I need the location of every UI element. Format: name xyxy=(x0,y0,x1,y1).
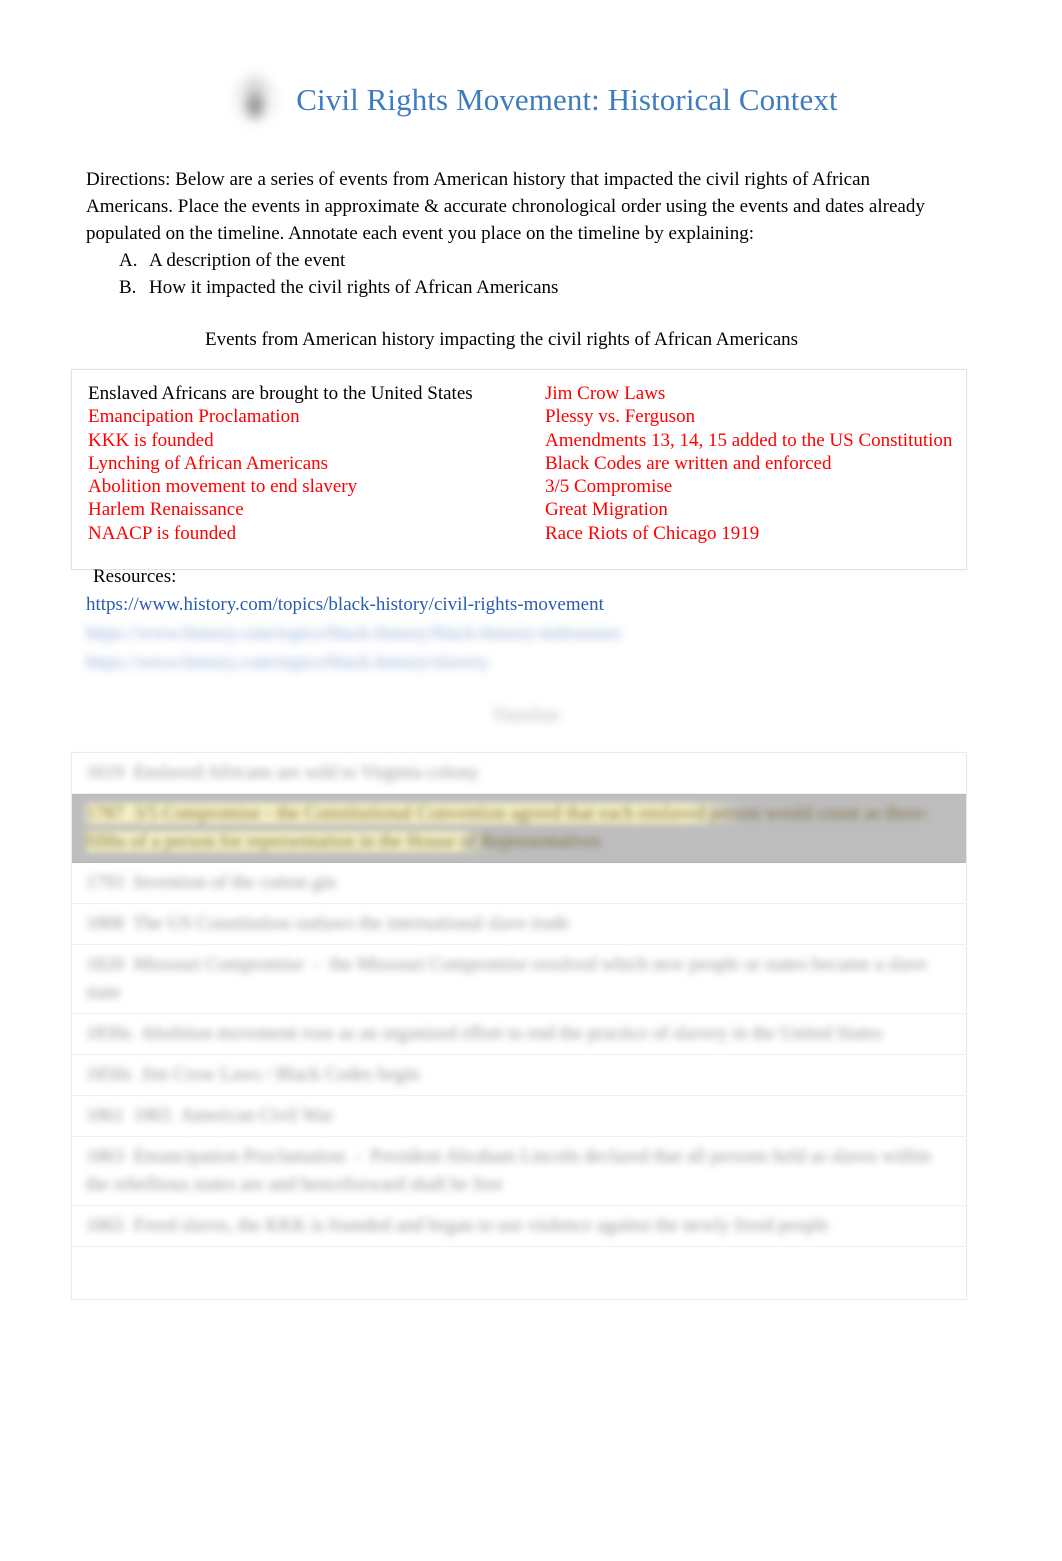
events-left-list: Enslaved Africans are brought to the Uni… xyxy=(88,382,529,545)
list-item[interactable]: Amendments 13, 14, 15 added to the US Co… xyxy=(545,429,966,452)
resource-link-1[interactable]: https://www.history.com/topics/black-his… xyxy=(86,591,604,618)
timeline-row-text: 1861 1865 American Civil War xyxy=(86,1105,334,1126)
timeline-row-text: 1830s Abolition movement rose as an orga… xyxy=(86,1023,883,1044)
resource-link-3[interactable]: https://www.history.com/topics/black-his… xyxy=(86,649,489,676)
table-row[interactable]: 1787 3/5 Compromise - the Constitutional… xyxy=(72,794,966,863)
list-item-label: How it impacted the civil rights of Afri… xyxy=(149,277,559,298)
timeline-row-text: 1808 The US Constitution outlaws the int… xyxy=(86,913,570,934)
timeline-row-text: 1820 Missouri Compromise - the Missouri … xyxy=(86,954,932,1003)
directions-line-1: Directions: Below are a series of events… xyxy=(86,169,871,190)
directions-block: Directions: Below are a series of events… xyxy=(86,166,946,301)
list-item-label: A description of the event xyxy=(149,250,346,271)
table-row[interactable]: 1850s Jim Crow Laws / Black Codes begin xyxy=(72,1055,966,1096)
profile-avatar-image xyxy=(224,60,286,140)
timeline-title: Timeline xyxy=(492,705,560,726)
list-item[interactable]: Plessy vs. Ferguson xyxy=(545,405,966,428)
timeline-row-text: 1787 3/5 Compromise - the Constitutional… xyxy=(86,803,930,852)
timeline-row-text: 1793 Invention of the cotton gin xyxy=(86,872,337,893)
events-right-column: Jim Crow Laws Plessy vs. Ferguson Amendm… xyxy=(529,370,966,569)
list-marker: B. xyxy=(119,277,137,298)
list-item[interactable]: Enslaved Africans are brought to the Uni… xyxy=(88,382,529,405)
events-section-heading: Events from American history impacting t… xyxy=(205,329,799,350)
table-row[interactable]: 1793 Invention of the cotton gin xyxy=(72,863,966,904)
directions-list: A. A description of the event B. How it … xyxy=(86,247,946,301)
list-item[interactable]: Black Codes are written and enforced xyxy=(545,452,966,475)
list-marker: A. xyxy=(119,250,138,271)
events-left-column: Enslaved Africans are brought to the Uni… xyxy=(72,370,529,569)
list-item[interactable]: Great Migration xyxy=(545,498,966,521)
table-row[interactable]: 1863 Emancipation Proclamation - Preside… xyxy=(72,1137,966,1206)
table-row[interactable]: 1861 1865 American Civil War xyxy=(72,1096,966,1137)
document-page: Civil Rights Movement: Historical Contex… xyxy=(0,0,1062,1561)
timeline-row-text: 1619 Enslaved Africans are sold to Virgi… xyxy=(86,762,479,783)
list-item[interactable]: Jim Crow Laws xyxy=(545,382,966,405)
resource-link-2[interactable]: https://www.history.com/topics/black-his… xyxy=(86,620,622,647)
list-item[interactable]: NAACP is founded xyxy=(88,522,529,545)
timeline-row-text: 1850s Jim Crow Laws / Black Codes begin xyxy=(86,1064,420,1085)
list-item[interactable]: Race Riots of Chicago 1919 xyxy=(545,522,966,545)
directions-line-2: Americans. Place the events in approxima… xyxy=(86,196,925,217)
list-item[interactable]: 3/5 Compromise xyxy=(545,475,966,498)
list-item[interactable]: Harlem Renaissance xyxy=(88,498,529,521)
list-item[interactable]: Abolition movement to end slavery xyxy=(88,475,529,498)
table-row[interactable]: 1865 Freed slaves, the KKK is founded an… xyxy=(72,1206,966,1247)
document-header: Civil Rights Movement: Historical Contex… xyxy=(0,52,1062,148)
events-right-list: Jim Crow Laws Plessy vs. Ferguson Amendm… xyxy=(545,382,966,545)
timeline-row-text: 1865 Freed slaves, the KKK is founded an… xyxy=(86,1215,829,1236)
list-item: A. A description of the event xyxy=(86,247,946,274)
table-row[interactable]: 1830s Abolition movement rose as an orga… xyxy=(72,1014,966,1055)
directions-line-3: populated on the timeline. Annotate each… xyxy=(86,223,754,244)
timeline-row-text: 1863 Emancipation Proclamation - Preside… xyxy=(86,1146,936,1195)
list-item: B. How it impacted the civil rights of A… xyxy=(86,274,946,301)
avatar-blurred-graphic xyxy=(230,66,281,132)
events-word-bank-box: Enslaved Africans are brought to the Uni… xyxy=(71,369,967,570)
list-item[interactable]: KKK is founded xyxy=(88,429,529,452)
timeline-table: 1619 Enslaved Africans are sold to Virgi… xyxy=(71,752,967,1300)
resources-label: Resources: xyxy=(93,566,177,587)
list-item[interactable]: Emancipation Proclamation xyxy=(88,405,529,428)
table-row[interactable]: 1808 The US Constitution outlaws the int… xyxy=(72,904,966,945)
list-item[interactable]: Lynching of African Americans xyxy=(88,452,529,475)
table-row[interactable]: 1619 Enslaved Africans are sold to Virgi… xyxy=(72,753,966,794)
page-title: Civil Rights Movement: Historical Contex… xyxy=(296,81,838,117)
table-row[interactable]: 1820 Missouri Compromise - the Missouri … xyxy=(72,945,966,1014)
